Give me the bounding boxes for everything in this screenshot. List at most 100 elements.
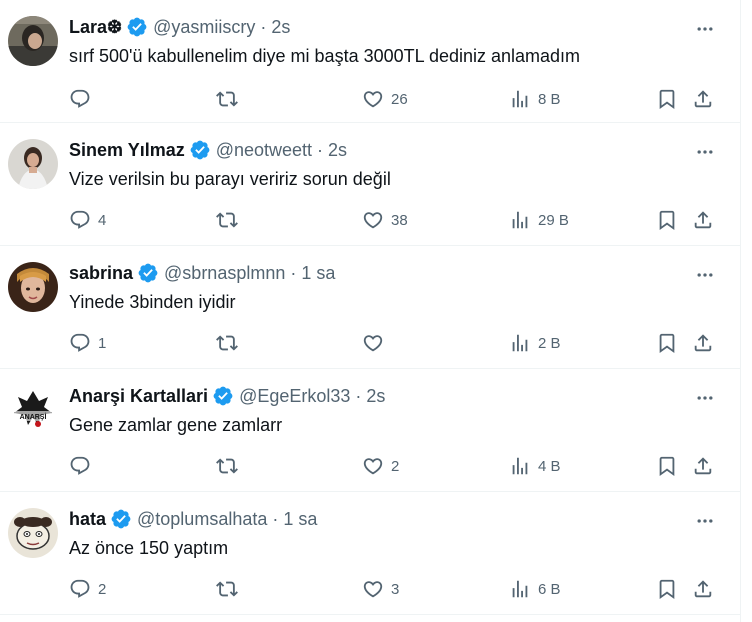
reply-button[interactable]: 4 xyxy=(69,207,106,233)
bookmark-icon xyxy=(659,579,675,600)
reply-button[interactable] xyxy=(69,86,98,112)
tweet-text: Gene zamlar gene zamlarr xyxy=(69,415,283,435)
like-button[interactable] xyxy=(362,330,391,356)
separator-dot: · xyxy=(272,508,279,529)
user-handle[interactable]: @neotweett xyxy=(216,140,312,161)
tweet-header: sabrina @sbrnasplmnn · 1 sa xyxy=(69,261,335,285)
share-button[interactable] xyxy=(692,330,714,356)
bookmark-button[interactable] xyxy=(656,86,678,112)
retweet-button[interactable] xyxy=(216,207,245,233)
timestamp[interactable]: 2s xyxy=(328,140,347,161)
reply-icon xyxy=(70,456,90,475)
display-name[interactable]: Sinem Yılmaz xyxy=(69,140,185,161)
verified-badge-icon xyxy=(213,386,233,406)
reply-icon xyxy=(70,210,90,229)
retweet-button[interactable] xyxy=(216,576,245,602)
user-handle[interactable]: @toplumsalhata xyxy=(137,509,267,530)
bookmark-icon xyxy=(659,456,675,477)
retweet-button[interactable] xyxy=(216,330,245,356)
display-name[interactable]: Lara❆ xyxy=(69,17,122,38)
heart-icon xyxy=(363,458,383,475)
tweet-text: Vize verilsin bu parayı veririz sorun de… xyxy=(69,169,391,189)
tweet[interactable]: hata @toplumsalhata · 1 sa Az önce 150 y… xyxy=(0,492,740,615)
bookmark-icon xyxy=(659,89,675,110)
verified-badge-icon xyxy=(127,17,147,37)
bookmark-icon xyxy=(659,333,675,354)
bookmark-button[interactable] xyxy=(656,330,678,356)
view-count: 6 B xyxy=(538,580,561,598)
tweet-text: sırf 500'ü kabullenelim diye mi başta 30… xyxy=(69,46,581,66)
views-button[interactable]: 29 B xyxy=(509,207,569,233)
timestamp[interactable]: 1 sa xyxy=(301,263,335,284)
tweet-header: Anarşi Kartallari @EgeErkol33 · 2s xyxy=(69,384,385,408)
tweet-text: Az önce 150 yaptım xyxy=(69,538,229,558)
share-icon xyxy=(694,334,712,352)
avatar[interactable] xyxy=(8,139,58,189)
heart-icon xyxy=(363,335,383,352)
bookmark-button[interactable] xyxy=(656,207,678,233)
like-count: 38 xyxy=(391,211,408,229)
user-handle[interactable]: @sbrnasplmnn xyxy=(164,263,285,284)
like-button[interactable]: 38 xyxy=(362,207,408,233)
bookmark-button[interactable] xyxy=(656,576,678,602)
reply-count: 1 xyxy=(98,334,107,352)
heart-icon xyxy=(363,212,383,229)
avatar[interactable] xyxy=(8,508,58,558)
reply-button[interactable]: 1 xyxy=(69,330,106,356)
display-name[interactable]: hata xyxy=(69,509,106,530)
more-options-icon[interactable] xyxy=(694,510,716,532)
tweet[interactable]: Lara❆ @yasmiiscry · 2s sırf 500'ü kabull… xyxy=(0,0,740,123)
share-button[interactable] xyxy=(692,207,714,233)
bookmark-button[interactable] xyxy=(656,453,678,479)
views-button[interactable]: 8 B xyxy=(509,86,561,112)
views-button[interactable]: 6 B xyxy=(509,576,561,602)
retweet-icon xyxy=(216,91,238,107)
more-options-icon[interactable] xyxy=(694,387,716,409)
reply-icon xyxy=(70,579,90,598)
reply-button[interactable]: 2 xyxy=(69,576,106,602)
views-chart-icon xyxy=(512,580,528,598)
timestamp[interactable]: 2s xyxy=(271,17,290,38)
views-chart-icon xyxy=(512,457,528,475)
more-options-icon[interactable] xyxy=(694,264,716,286)
user-handle[interactable]: @EgeErkol33 xyxy=(239,386,350,407)
display-name[interactable]: sabrina xyxy=(69,263,133,284)
retweet-button[interactable] xyxy=(216,453,245,479)
tweet-header: Lara❆ @yasmiiscry · 2s xyxy=(69,15,290,39)
views-button[interactable]: 4 B xyxy=(509,453,561,479)
avatar[interactable] xyxy=(8,16,58,66)
more-options-icon[interactable] xyxy=(694,18,716,40)
like-button[interactable]: 26 xyxy=(362,86,408,112)
share-button[interactable] xyxy=(692,86,714,112)
like-button[interactable]: 2 xyxy=(362,453,399,479)
share-button[interactable] xyxy=(692,453,714,479)
avatar[interactable]: ANARŞİ xyxy=(8,385,58,435)
svg-text:ANARŞİ: ANARŞİ xyxy=(20,413,47,421)
retweet-icon xyxy=(216,335,238,351)
retweet-icon xyxy=(216,581,238,597)
retweet-button[interactable] xyxy=(216,86,245,112)
reply-count: 2 xyxy=(98,580,107,598)
share-icon xyxy=(694,580,712,598)
tweet-feed: Lara❆ @yasmiiscry · 2s sırf 500'ü kabull… xyxy=(0,0,741,622)
verified-badge-icon xyxy=(111,509,131,529)
reply-button[interactable] xyxy=(69,453,98,479)
view-count: 8 B xyxy=(538,90,561,108)
avatar[interactable] xyxy=(8,262,58,312)
reply-icon xyxy=(70,333,90,352)
views-button[interactable]: 2 B xyxy=(509,330,561,356)
like-count: 2 xyxy=(391,457,400,475)
verified-badge-icon xyxy=(138,263,158,283)
tweet[interactable]: ANARŞİ Anarşi Kartallari @EgeErkol33 · 2… xyxy=(0,369,740,492)
views-chart-icon xyxy=(512,334,528,352)
tweet[interactable]: sabrina @sbrnasplmnn · 1 sa Yinede 3bind… xyxy=(0,246,740,369)
like-button[interactable]: 3 xyxy=(362,576,399,602)
more-options-icon[interactable] xyxy=(694,141,716,163)
display-name[interactable]: Anarşi Kartallari xyxy=(69,386,208,407)
timestamp[interactable]: 1 sa xyxy=(283,509,317,530)
user-handle[interactable]: @yasmiiscry xyxy=(153,17,255,38)
views-chart-icon xyxy=(512,211,528,229)
tweet[interactable]: Sinem Yılmaz @neotweett · 2s Vize verils… xyxy=(0,123,740,246)
share-button[interactable] xyxy=(692,576,714,602)
timestamp[interactable]: 2s xyxy=(366,386,385,407)
